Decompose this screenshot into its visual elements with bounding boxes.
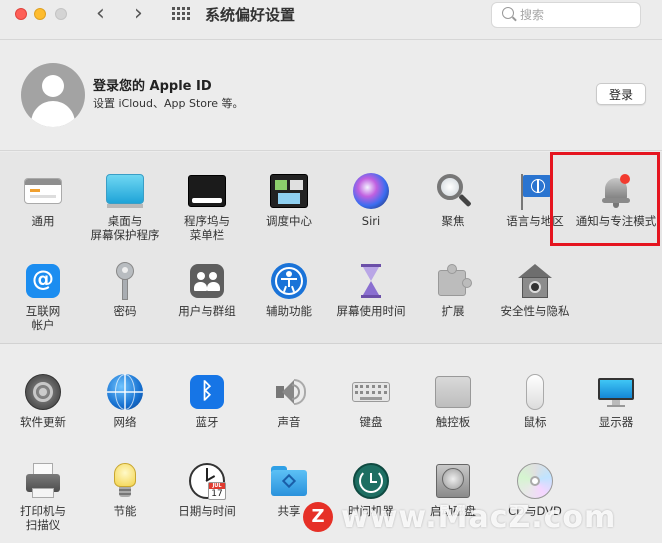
pane-label: 声音 xyxy=(277,415,301,429)
pane-label: 触控板 xyxy=(435,415,471,429)
general-icon xyxy=(24,172,62,210)
key-icon xyxy=(106,262,144,300)
avatar[interactable] xyxy=(21,63,85,127)
keyboard-icon xyxy=(352,373,390,411)
mouse-icon xyxy=(516,373,554,411)
clock-calendar-icon: JUL 17 xyxy=(188,462,226,500)
pane-energy-saver[interactable]: 节能 xyxy=(84,462,166,518)
pane-label: 节能 xyxy=(113,504,137,518)
pane-label: 互联网 帐户 xyxy=(25,304,61,332)
users-groups-icon xyxy=(188,262,226,300)
pane-date-time[interactable]: JUL 17 日期与时间 xyxy=(166,462,248,518)
sharing-folder-icon xyxy=(270,462,308,500)
apple-id-title: 登录您的 Apple ID xyxy=(93,79,212,94)
pane-trackpad[interactable]: 触控板 xyxy=(412,373,494,429)
pane-dock-menubar[interactable]: 程序坞与 菜单栏 xyxy=(166,172,248,242)
pane-mission-control[interactable]: 调度中心 xyxy=(248,172,330,228)
pane-label: 软件更新 xyxy=(20,415,66,429)
window-title: 系统偏好设置 xyxy=(205,6,296,24)
pane-label: 屏幕使用时间 xyxy=(336,304,406,318)
apple-id-subtitle: 设置 iCloud、App Store 等。 xyxy=(93,97,244,110)
puzzle-piece-icon xyxy=(434,262,472,300)
time-machine-icon xyxy=(352,462,390,500)
pane-label: 日期与时间 xyxy=(178,504,236,518)
hourglass-icon xyxy=(352,262,390,300)
pane-bluetooth[interactable]: ᛒ 蓝牙 xyxy=(166,373,248,429)
close-button[interactable] xyxy=(15,8,27,20)
calendar-day: 17 xyxy=(211,489,223,499)
dock-menubar-icon xyxy=(188,172,226,210)
house-safe-icon xyxy=(516,262,554,300)
toolbar: ‹ › 系统偏好设置 xyxy=(0,0,662,40)
show-all-grid-icon[interactable] xyxy=(172,7,192,21)
minimize-button[interactable] xyxy=(34,8,46,20)
language-flag-icon xyxy=(516,172,554,210)
pane-label: 桌面与 屏幕保护程序 xyxy=(90,214,160,242)
pane-label: 打印机与 扫描仪 xyxy=(20,504,66,532)
pane-network[interactable]: 网络 xyxy=(84,373,166,429)
pane-label: 鼠标 xyxy=(523,415,547,429)
pane-label: Siri xyxy=(361,214,381,228)
pane-extensions[interactable]: 扩展 xyxy=(412,262,494,318)
hard-drive-icon xyxy=(434,462,472,500)
pane-label: 显示器 xyxy=(598,415,634,429)
pane-users-groups[interactable]: 用户与群组 xyxy=(166,262,248,318)
search-field[interactable] xyxy=(491,2,641,28)
at-sign-icon: @ xyxy=(24,262,62,300)
software-update-gear-icon xyxy=(24,373,62,411)
search-icon xyxy=(502,7,514,19)
printer-icon xyxy=(24,462,62,500)
pane-label: 密码 xyxy=(113,304,137,318)
bluetooth-icon: ᛒ xyxy=(188,373,226,411)
watermark-text: www.MacZ.com xyxy=(341,499,617,535)
back-chevron-icon[interactable]: ‹ xyxy=(96,2,105,26)
display-monitor-icon xyxy=(597,373,635,411)
pane-label: 网络 xyxy=(113,415,137,429)
apple-id-banner: 登录您的 Apple ID 设置 iCloud、App Store 等。 登录 xyxy=(0,41,662,151)
spotlight-magnifier-icon xyxy=(434,172,472,210)
highlight-box xyxy=(550,152,660,246)
pane-software-update[interactable]: 软件更新 xyxy=(2,373,84,429)
desktop-screensaver-icon xyxy=(106,172,144,210)
pane-label: 键盘 xyxy=(359,415,383,429)
pane-label: 蓝牙 xyxy=(195,415,219,429)
lightbulb-icon xyxy=(106,462,144,500)
pane-keyboard[interactable]: 键盘 xyxy=(330,373,412,429)
watermark: Z www.MacZ.com xyxy=(303,497,616,537)
siri-icon xyxy=(352,172,390,210)
pane-desktop-screensaver[interactable]: 桌面与 屏幕保护程序 xyxy=(84,172,166,242)
pane-sound[interactable]: 声音 xyxy=(248,373,330,429)
pane-label: 聚焦 xyxy=(441,214,465,228)
pane-accessibility[interactable]: 辅助功能 xyxy=(248,262,330,318)
forward-chevron-icon[interactable]: › xyxy=(134,2,143,26)
pane-label: 扩展 xyxy=(441,304,465,318)
pane-label: 安全性与隐私 xyxy=(500,304,570,318)
watermark-logo: Z xyxy=(303,502,333,532)
pane-security-privacy[interactable]: 安全性与隐私 xyxy=(494,262,576,318)
pane-label: 调度中心 xyxy=(266,214,312,228)
pane-displays[interactable]: 显示器 xyxy=(575,373,657,429)
accessibility-icon xyxy=(270,262,308,300)
speaker-icon xyxy=(270,373,308,411)
pane-label: 用户与群组 xyxy=(178,304,236,318)
trackpad-icon xyxy=(434,373,472,411)
pane-screen-time[interactable]: 屏幕使用时间 xyxy=(330,262,412,318)
pane-general[interactable]: 通用 xyxy=(2,172,84,228)
pane-label: 辅助功能 xyxy=(266,304,312,318)
pane-label: 通用 xyxy=(31,214,55,228)
pane-spotlight[interactable]: 聚焦 xyxy=(412,172,494,228)
pane-internet-accounts[interactable]: @ 互联网 帐户 xyxy=(2,262,84,332)
search-input[interactable] xyxy=(520,6,630,24)
zoom-button[interactable] xyxy=(55,8,67,20)
disc-icon xyxy=(516,462,554,500)
pane-printers-scanners[interactable]: 打印机与 扫描仪 xyxy=(2,462,84,532)
pane-siri[interactable]: Siri xyxy=(330,172,412,228)
pane-label: 程序坞与 菜单栏 xyxy=(184,214,230,242)
pane-mouse[interactable]: 鼠标 xyxy=(494,373,576,429)
mission-control-icon xyxy=(270,172,308,210)
network-globe-icon xyxy=(106,373,144,411)
pane-passwords[interactable]: 密码 xyxy=(84,262,166,318)
login-button[interactable]: 登录 xyxy=(596,83,646,105)
